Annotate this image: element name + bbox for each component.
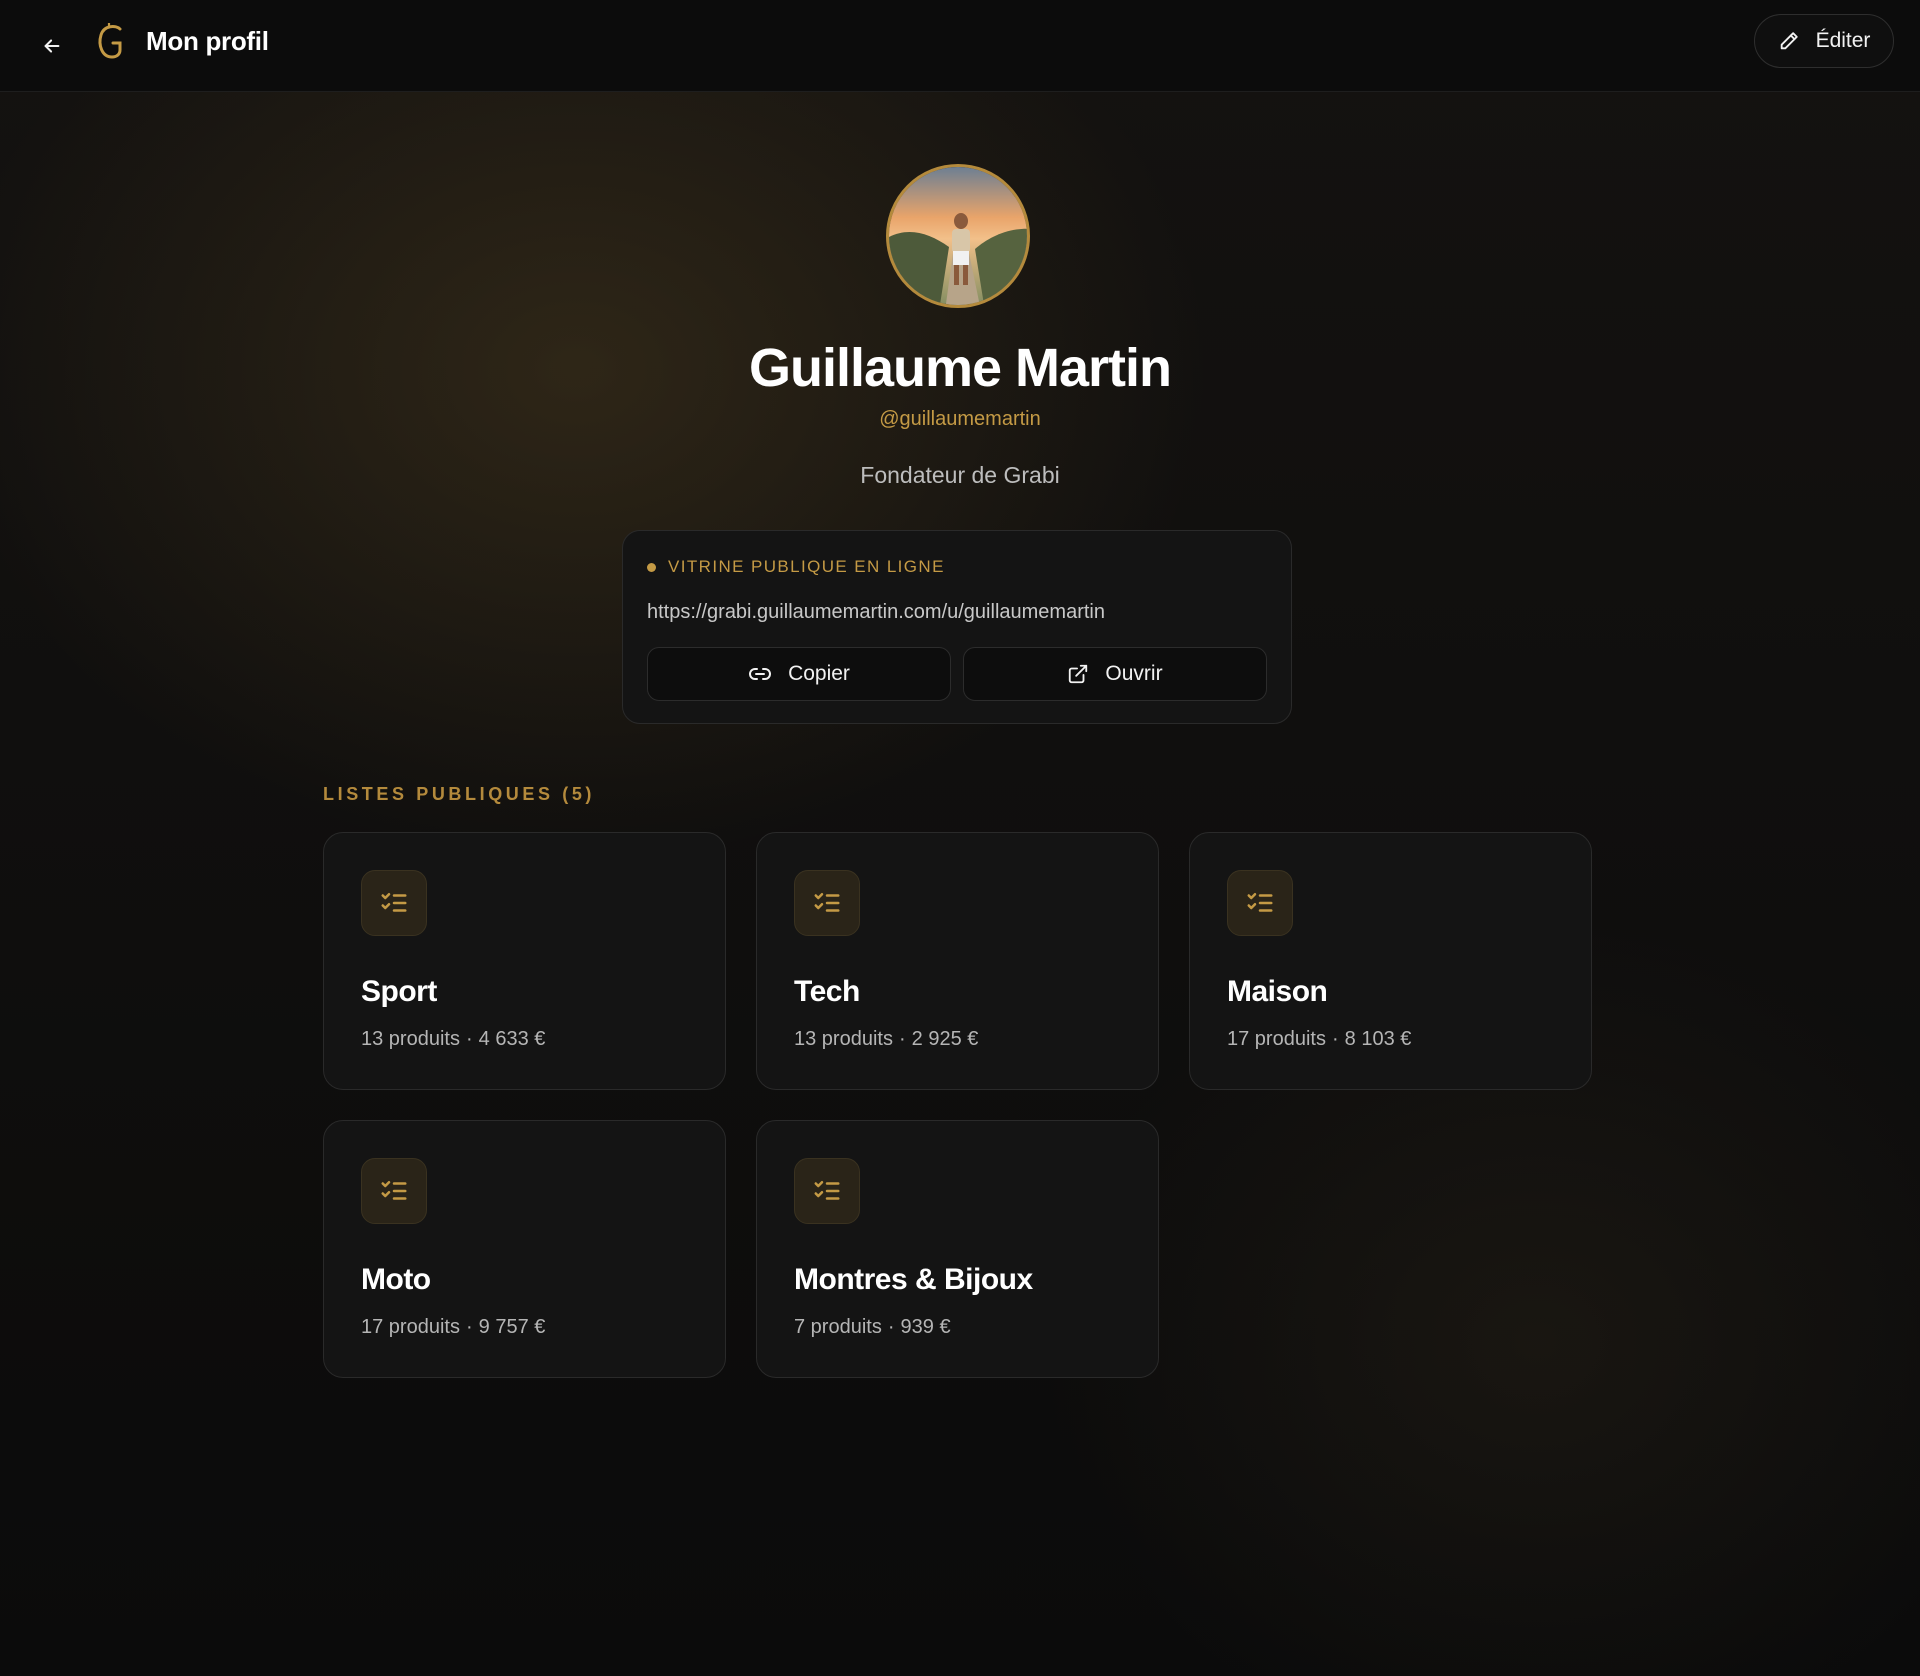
edit-button-label: Éditer (1815, 29, 1871, 52)
list-name: Tech (794, 975, 860, 1008)
profile-bio: Fondateur de Grabi (860, 462, 1060, 488)
back-button[interactable] (32, 26, 72, 66)
app-logo[interactable] (94, 20, 128, 64)
checklist-icon (361, 870, 427, 936)
copy-button-label: Copier (788, 662, 850, 685)
public-lists-grid: Sport 13 produits · 4 633 € Tech 13 produi… (323, 832, 1593, 1378)
profile-content: Guillaume Martin @guillaumemartin Fondat… (0, 92, 1920, 1676)
checklist-icon (361, 1158, 427, 1224)
external-link-icon (1069, 664, 1088, 684)
list-name: Montres & Bijoux (794, 1263, 1033, 1296)
copy-link-button[interactable]: Copier (647, 647, 951, 701)
open-link-button[interactable]: Ouvrir (963, 647, 1267, 701)
list-name: Sport (361, 975, 437, 1008)
list-meta: 17 produits · 9 757 € (361, 1316, 546, 1338)
checklist-icon (794, 1158, 860, 1224)
list-card-maison[interactable]: Maison 17 produits · 8 103 € (1189, 832, 1592, 1090)
pencil-icon (1780, 32, 1798, 50)
showcase-status: VITRINE PUBLIQUE EN LIGNE (647, 557, 945, 577)
list-card-tech[interactable]: Tech 13 produits · 2 925 € (756, 832, 1159, 1090)
showcase-actions: Copier Ouvrir (647, 647, 1267, 701)
edit-profile-button[interactable]: Éditer (1754, 14, 1894, 68)
list-card-moto[interactable]: Moto 17 produits · 9 757 € (323, 1120, 726, 1378)
link-icon (749, 668, 771, 680)
public-showcase-card: VITRINE PUBLIQUE EN LIGNE https://grabi.… (622, 530, 1292, 724)
showcase-url[interactable]: https://grabi.guillaumemartin.com/u/guil… (647, 601, 1105, 624)
page-title: Mon profil (146, 26, 269, 56)
top-bar: Mon profil Éditer (0, 0, 1920, 92)
public-lists-heading: LISTES PUBLIQUES (5) (323, 784, 596, 804)
avatar-photo (889, 167, 1027, 305)
profile-handle: @guillaumemartin (879, 408, 1041, 430)
list-card-sport[interactable]: Sport 13 produits · 4 633 € (323, 832, 726, 1090)
list-meta: 13 produits · 4 633 € (361, 1028, 546, 1050)
open-button-label: Ouvrir (1105, 662, 1163, 685)
status-dot-icon (647, 562, 656, 572)
arrow-left-icon (44, 39, 60, 53)
grabi-logo-icon (98, 23, 122, 59)
checklist-icon (1227, 870, 1293, 936)
profile-name: Guillaume Martin (748, 338, 1172, 398)
list-meta: 7 produits · 939 € (794, 1316, 951, 1338)
checklist-icon (794, 870, 860, 936)
list-name: Maison (1227, 975, 1328, 1008)
showcase-status-label: VITRINE PUBLIQUE EN LIGNE (668, 557, 945, 576)
list-card-montres-bijoux[interactable]: Montres & Bijoux 7 produits · 939 € (756, 1120, 1159, 1378)
list-name: Moto (361, 1263, 431, 1296)
avatar (886, 164, 1030, 308)
list-meta: 17 produits · 8 103 € (1227, 1028, 1412, 1050)
list-meta: 13 produits · 2 925 € (794, 1028, 979, 1050)
